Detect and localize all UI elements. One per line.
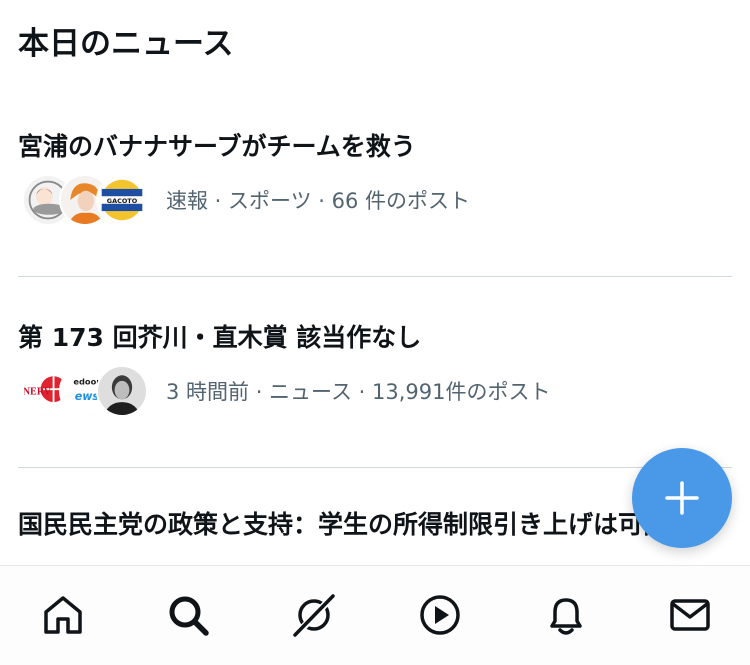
avatar [96, 365, 148, 417]
avatar-logo-text: NERV [24, 387, 52, 398]
tab-video[interactable] [415, 590, 465, 640]
avatar-logo-text: GACOTO [107, 197, 138, 205]
tab-search[interactable] [163, 590, 213, 640]
news-headline: 第 173 回芥川・直木賞 該当作なし [18, 323, 422, 352]
news-meta: 3 時間前 · ニュース · 13,991件のポスト [166, 380, 551, 404]
tab-home[interactable] [38, 590, 88, 640]
divider [18, 276, 732, 277]
news-item[interactable]: 第 173 回芥川・直木賞 該当作なし NERV edoor ews 3 時間前… [0, 318, 750, 418]
news-meta-row: GACOTO 速報 · スポーツ · 66 件のポスト [22, 174, 470, 226]
bottom-tab-bar [0, 565, 750, 665]
home-icon [44, 596, 82, 634]
news-meta-row: NERV edoor ews 3 時間前 · ニュース · 13,991件のポス… [22, 365, 551, 417]
tab-messages[interactable] [665, 590, 715, 640]
news-meta: 速報 · スポーツ · 66 件のポスト [166, 189, 471, 213]
notifications-icon [550, 598, 582, 635]
plus-icon [665, 481, 699, 515]
divider [18, 467, 732, 468]
compose-button[interactable] [632, 448, 732, 548]
avatar-group: NERV edoor ews [22, 365, 148, 417]
news-item[interactable]: 宮浦のバナナサーブがチームを救う GACOTO 速報 · スポーツ · 66 件… [0, 127, 750, 227]
video-icon [420, 595, 460, 635]
tab-grok[interactable] [289, 590, 339, 640]
messages-icon [670, 599, 710, 631]
tab-notifications[interactable] [541, 590, 591, 640]
news-headline: 宮浦のバナナサーブがチームを救う [18, 132, 416, 161]
avatar-group: GACOTO [22, 174, 148, 226]
news-headline: 国民民主党の政策と支持：学生の所得制限引き上げは可能か [18, 510, 694, 539]
search-icon [169, 596, 209, 636]
avatar: GACOTO [96, 174, 148, 226]
page-title: 本日のニュース [18, 26, 234, 62]
grok-icon [291, 592, 337, 639]
